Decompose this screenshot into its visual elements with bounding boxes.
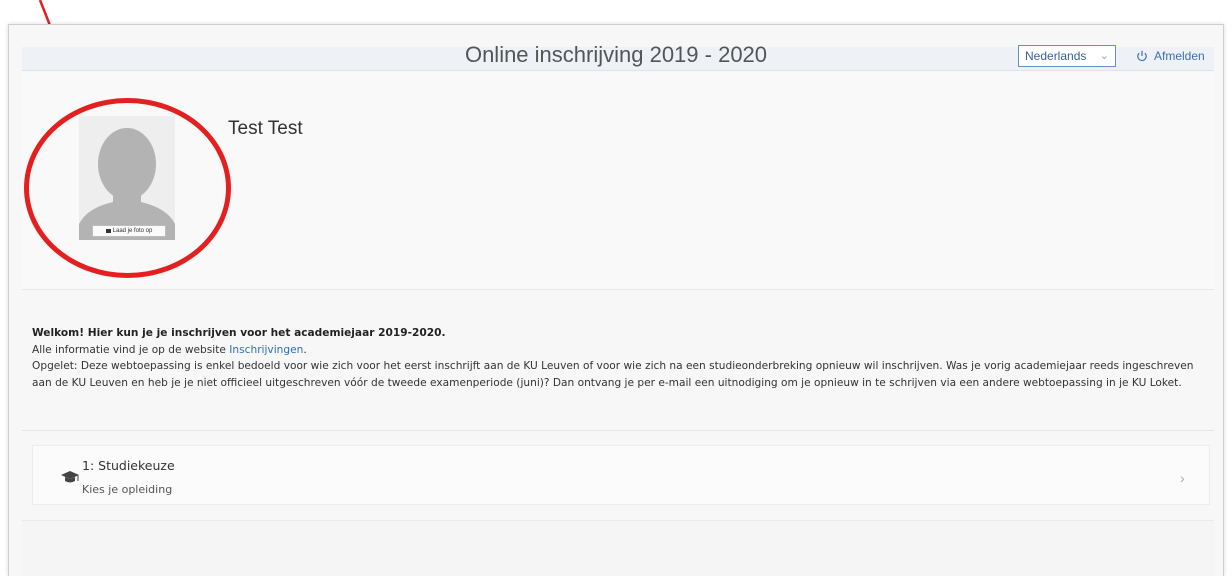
info-line: Alle informatie vind je op de website In… [32, 342, 1212, 359]
inschrijvingen-link[interactable]: Inschrijvingen [229, 344, 303, 356]
power-icon [1137, 50, 1147, 62]
info-line-end: . [303, 343, 307, 356]
chevron-right-icon: › [1180, 470, 1185, 486]
footer-area [22, 520, 1214, 576]
info-line-text: Alle informatie vind je op de website [32, 343, 230, 356]
info-text: Welkom! Hier kun je je inschrijven voor … [32, 325, 1212, 391]
step-title: 1: Studiekeuze [82, 458, 175, 473]
divider [22, 430, 1214, 431]
annotation-circle [24, 98, 231, 278]
chevron-down-icon: ⌄ [1099, 50, 1109, 62]
language-select-value: Nederlands [1025, 49, 1087, 63]
language-select[interactable]: Nederlands ⌄ [1018, 45, 1116, 67]
step-subtitle: Kies je opleiding [82, 483, 173, 496]
welcome-text: Welkom! Hier kun je je inschrijven voor … [32, 327, 446, 339]
logout-label: Afmelden [1154, 49, 1205, 63]
graduation-cap-icon [61, 471, 79, 483]
warning-text: Opgelet: Deze webtoepassing is enkel bed… [32, 360, 1194, 389]
user-name: Test Test [228, 118, 303, 139]
logout-button[interactable]: Afmelden [1136, 48, 1205, 64]
step-studiekeuze[interactable] [32, 445, 1210, 505]
